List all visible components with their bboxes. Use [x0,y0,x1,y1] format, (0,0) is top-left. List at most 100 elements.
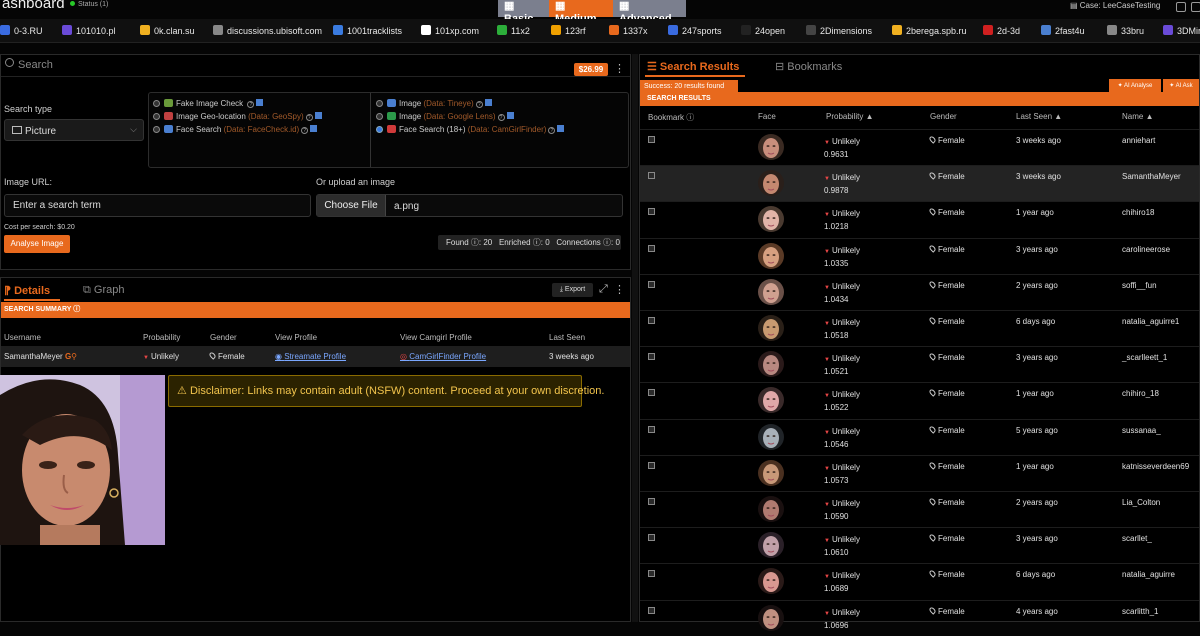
save-icon[interactable] [484,99,492,106]
face-thumbnail[interactable] [758,206,784,233]
help-icon[interactable]: ? [497,114,505,121]
table-row[interactable]: ▼ Unlikely 1.0218 Female 1 year ago chihiro18 [640,201,1199,237]
tab-details[interactable]: ⁋ Details [4,284,50,297]
bookmark-checkbox[interactable] [648,136,655,143]
bookmark-item[interactable]: 1001tracklists [333,25,402,37]
bookmark-item[interactable]: 11x2 [497,25,530,37]
image-url-input[interactable] [13,200,293,211]
tab-graph[interactable]: ⧉ Graph [83,284,125,297]
help-icon[interactable]: ? [475,101,483,108]
bookmark-item[interactable]: 1337x [609,25,648,37]
radio-button[interactable] [376,113,383,120]
bookmark-checkbox[interactable] [648,280,655,288]
table-row[interactable]: ▼ Unlikely 1.0689 Female 6 days ago natalia_a… [640,563,1199,599]
choose-file-button[interactable]: Choose File [317,195,386,216]
mode-basic-button[interactable]: ▦ Basic [498,0,549,25]
table-row[interactable]: SamanthaMeyer G⚲ ▼ Unlikely Female ◉ Stre… [1,346,630,367]
face-thumbnail[interactable] [758,351,784,378]
table-row[interactable]: ▼ Unlikely 0.9631 Female 3 weeks ago anniehar… [640,129,1199,165]
search-option[interactable]: Face Search (18+) (Data: CamGirlFinder)? [376,125,565,134]
face-thumbnail[interactable] [758,278,784,305]
bookmark-item[interactable]: 2fast4u [1041,25,1085,37]
save-icon[interactable] [506,112,514,119]
bookmark-checkbox[interactable] [648,244,655,252]
streamate-profile-link[interactable]: ◉ Streamate Profile [275,352,346,361]
table-row[interactable]: ▼ Unlikely 1.0518 Female 6 days ago natalia_a… [640,310,1199,346]
bookmark-item[interactable]: 3DMir [1163,25,1200,37]
expand-icon[interactable] [1191,2,1200,12]
bookmark-item[interactable]: 2d-3d [983,25,1020,37]
status-indicator[interactable]: Status (1) [70,1,108,8]
mode-medium-button[interactable]: ▦ Medium [549,0,613,25]
table-row[interactable]: ▼ Unlikely 1.0434 Female 2 years ago soffi__f… [640,273,1199,310]
bookmark-checkbox[interactable] [648,353,655,361]
radio-button[interactable] [376,100,383,107]
scrollbar[interactable] [632,54,638,622]
search-option[interactable]: Fake Image Check ? [153,99,264,108]
ai-analyse-button[interactable]: ✦ AI Analyse [1109,79,1161,93]
tab-search-results[interactable]: ☰ Search Results [647,60,739,73]
help-icon[interactable]: ? [305,114,313,121]
ai-ask-button[interactable]: ✦ AI Ask [1163,79,1199,93]
face-thumbnail[interactable] [758,532,784,559]
face-thumbnail[interactable] [758,423,784,450]
bookmark-checkbox[interactable] [648,389,655,397]
radio-button[interactable] [153,126,160,133]
col-probability[interactable]: Probability ▲ [826,112,874,121]
bookmark-item[interactable]: 101010.pl [62,25,116,37]
table-row[interactable]: ▼ Unlikely 1.0521 Female 3 years ago _scarlle… [640,346,1199,382]
face-thumbnail[interactable] [758,170,784,197]
more-options-icon[interactable]: ⋮ [614,62,625,75]
save-icon[interactable] [310,125,318,132]
case-indicator[interactable]: ▤ Case: LeeCaseTesting [1070,1,1160,10]
image-url-field[interactable] [4,194,311,217]
file-upload[interactable]: Choose File a.png [316,194,623,217]
bookmark-item[interactable]: 0k.clan.su [140,25,195,37]
bookmark-item[interactable]: 0-3.RU [0,25,43,37]
bookmark-checkbox[interactable] [648,425,655,433]
bookmark-checkbox[interactable] [648,606,655,614]
table-row[interactable]: ▼ Unlikely 1.0335 Female 3 years ago caroline… [640,237,1199,274]
face-thumbnail[interactable] [758,315,784,341]
save-icon[interactable] [314,112,322,119]
bookmark-checkbox[interactable] [648,498,655,505]
radio-button[interactable] [153,100,160,107]
bookmark-item[interactable]: 2Dimensions [806,25,872,37]
search-option[interactable]: Face Search (Data: FaceCheck.id)? [153,125,318,134]
bookmark-checkbox[interactable] [648,461,655,469]
face-thumbnail[interactable] [758,568,784,595]
bookmark-item[interactable]: discussions.ubisoft.com [213,25,322,37]
save-icon[interactable] [557,125,565,132]
search-type-select[interactable]: Picture ⌵ [4,119,144,141]
face-thumbnail[interactable] [758,387,784,414]
bookmark-item[interactable]: 24open [741,25,785,37]
col-last-seen[interactable]: Last Seen ▲ [1016,112,1062,121]
help-icon[interactable]: ? [301,127,309,134]
face-thumbnail[interactable] [758,242,784,269]
bookmark-item[interactable]: 123rf [551,25,586,37]
bookmark-checkbox[interactable] [648,208,655,216]
profile-photo[interactable] [0,375,165,545]
face-thumbnail[interactable] [758,604,784,631]
bookmark-checkbox[interactable] [648,570,655,578]
radio-button[interactable] [153,113,160,120]
fullscreen-icon[interactable]: ⤢ [599,283,608,296]
face-thumbnail[interactable] [758,496,784,522]
col-name[interactable]: Name ▲ [1122,112,1153,121]
table-row[interactable]: ▼ Unlikely 1.0590 Female 2 years ago Lia_Colt… [640,491,1199,527]
bookmark-checkbox[interactable] [648,317,655,324]
bookmark-item[interactable]: 101xp.com [421,25,479,37]
bookmark-item[interactable]: 2berega.spb.ru [892,25,967,37]
more-options-icon[interactable]: ⋮ [614,283,625,296]
table-row[interactable]: ▼ Unlikely 1.0696 Female 4 years ago scarlitt… [640,599,1199,636]
help-icon[interactable]: ? [548,127,556,134]
bookmark-item[interactable]: 247sports [668,25,722,37]
table-row[interactable]: ▼ Unlikely 1.0522 Female 1 year ago chihiro_1… [640,382,1199,418]
help-icon[interactable]: ? [247,101,255,108]
search-option[interactable]: Image (Data: Tineye)? [376,99,492,108]
search-option[interactable]: Image (Data: Google Lens)? [376,112,514,121]
save-icon[interactable] [256,99,264,106]
export-button[interactable]: ⤓ Export [552,283,593,297]
table-row[interactable]: ▼ Unlikely 1.0610 Female 3 years ago scarllet… [640,527,1199,563]
search-option[interactable]: Image Geo-location (Data: GeoSpy)? [153,112,322,121]
